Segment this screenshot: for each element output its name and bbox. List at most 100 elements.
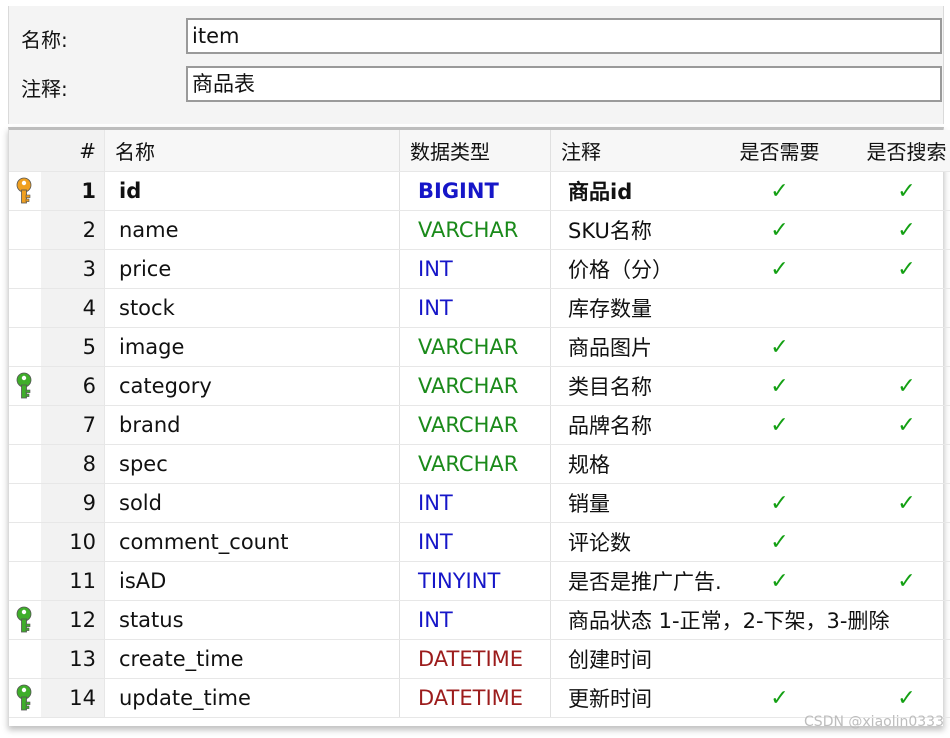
column-comment[interactable]: 创建时间: [550, 639, 716, 679]
column-comment[interactable]: 价格（分）: [550, 249, 716, 289]
column-type[interactable]: VARCHAR: [399, 210, 551, 250]
row-number: 13: [41, 639, 105, 679]
searchable-cell[interactable]: ✓: [843, 210, 950, 250]
column-name[interactable]: update_time: [104, 678, 400, 718]
required-cell[interactable]: [716, 444, 843, 484]
table-row[interactable]: 10 comment_count INT 评论数 ✓: [9, 522, 950, 562]
column-name[interactable]: create_time: [104, 639, 400, 679]
required-cell[interactable]: ✓: [716, 522, 843, 562]
key-cell: [9, 483, 41, 523]
table-row[interactable]: 6 category VARCHAR 类目名称 ✓ ✓: [9, 366, 950, 406]
table-row[interactable]: 4 stock INT 库存数量: [9, 288, 950, 328]
column-type[interactable]: VARCHAR: [399, 327, 551, 367]
required-cell[interactable]: ✓: [716, 405, 843, 445]
header-key: [9, 130, 41, 172]
column-name[interactable]: category: [104, 366, 400, 406]
searchable-cell[interactable]: [843, 639, 950, 679]
column-type[interactable]: VARCHAR: [399, 366, 551, 406]
column-type[interactable]: BIGINT: [399, 171, 551, 211]
table-row[interactable]: 5 image VARCHAR 商品图片 ✓: [9, 327, 950, 367]
searchable-check-icon: ✓: [897, 568, 916, 594]
column-type[interactable]: INT: [399, 600, 551, 640]
searchable-cell[interactable]: ✓: [843, 405, 950, 445]
required-cell[interactable]: ✓: [716, 249, 843, 289]
column-comment[interactable]: SKU名称: [550, 210, 716, 250]
table-name-input[interactable]: item: [186, 18, 942, 54]
column-comment[interactable]: 库存数量: [550, 288, 716, 328]
searchable-cell[interactable]: ✓: [843, 561, 950, 601]
column-name[interactable]: comment_count: [104, 522, 400, 562]
column-name[interactable]: sold: [104, 483, 400, 523]
key-cell: [9, 288, 41, 328]
column-type[interactable]: DATETIME: [399, 639, 551, 679]
column-name[interactable]: id: [104, 171, 400, 211]
column-comment[interactable]: 是否是推广广告.: [550, 561, 722, 601]
table-row[interactable]: 11 isAD TINYINT 是否是推广广告. ✓ ✓: [9, 561, 950, 601]
column-type[interactable]: INT: [399, 249, 551, 289]
column-type[interactable]: DATETIME: [399, 678, 551, 718]
header-comment[interactable]: 注释: [550, 130, 716, 172]
column-type[interactable]: VARCHAR: [399, 405, 551, 445]
searchable-cell[interactable]: [843, 288, 950, 328]
required-check-icon: ✓: [770, 334, 789, 360]
required-cell[interactable]: ✓: [716, 678, 843, 718]
required-cell[interactable]: ✓: [716, 561, 843, 601]
required-cell[interactable]: ✓: [716, 366, 843, 406]
column-name[interactable]: brand: [104, 405, 400, 445]
column-comment[interactable]: 类目名称: [550, 366, 716, 406]
table-row[interactable]: 12 status INT 商品状态 1-正常，2-下架，3-删除: [9, 600, 950, 640]
column-comment[interactable]: 规格: [550, 444, 716, 484]
searchable-cell[interactable]: ✓: [843, 171, 950, 211]
comment-label: 注释:: [21, 77, 68, 101]
required-cell[interactable]: ✓: [716, 327, 843, 367]
column-type[interactable]: INT: [399, 522, 551, 562]
column-comment[interactable]: 评论数: [550, 522, 716, 562]
column-comment[interactable]: 更新时间: [550, 678, 716, 718]
column-name[interactable]: name: [104, 210, 400, 250]
searchable-check-icon: ✓: [897, 490, 916, 516]
table-row[interactable]: 14 update_time DATETIME 更新时间 ✓ ✓: [9, 678, 950, 718]
header-type[interactable]: 数据类型: [399, 130, 551, 172]
column-type[interactable]: INT: [399, 288, 551, 328]
table-row[interactable]: 3 price INT 价格（分） ✓ ✓: [9, 249, 950, 289]
searchable-cell[interactable]: ✓: [843, 366, 950, 406]
searchable-cell[interactable]: ✓: [843, 249, 950, 289]
required-check-icon: ✓: [770, 568, 789, 594]
column-name[interactable]: spec: [104, 444, 400, 484]
column-comment[interactable]: 商品图片: [550, 327, 716, 367]
searchable-cell[interactable]: [843, 444, 950, 484]
required-cell[interactable]: [716, 288, 843, 328]
required-cell[interactable]: ✓: [716, 210, 843, 250]
table-comment-input[interactable]: 商品表: [186, 66, 942, 102]
column-name[interactable]: stock: [104, 288, 400, 328]
table-row[interactable]: 8 spec VARCHAR 规格: [9, 444, 950, 484]
table-row[interactable]: 7 brand VARCHAR 品牌名称 ✓ ✓: [9, 405, 950, 445]
table-row[interactable]: 9 sold INT 销量 ✓ ✓: [9, 483, 950, 523]
table-row[interactable]: 13 create_time DATETIME 创建时间: [9, 639, 950, 679]
required-cell[interactable]: ✓: [716, 483, 843, 523]
column-name[interactable]: isAD: [104, 561, 400, 601]
column-comment[interactable]: 商品状态 1-正常，2-下架，3-删除: [550, 600, 890, 640]
header-required[interactable]: 是否需要: [716, 130, 843, 172]
column-comment[interactable]: 销量: [550, 483, 716, 523]
column-type[interactable]: VARCHAR: [399, 444, 551, 484]
searchable-cell[interactable]: [843, 522, 950, 562]
header-name[interactable]: 名称: [104, 130, 400, 172]
column-name[interactable]: price: [104, 249, 400, 289]
column-comment[interactable]: 品牌名称: [550, 405, 716, 445]
required-cell[interactable]: [716, 639, 843, 679]
table-row[interactable]: 2 name VARCHAR SKU名称 ✓ ✓: [9, 210, 950, 250]
searchable-cell[interactable]: ✓: [843, 483, 950, 523]
header-num[interactable]: #: [41, 130, 105, 172]
column-type[interactable]: TINYINT: [399, 561, 551, 601]
column-name[interactable]: status: [104, 600, 400, 640]
column-comment[interactable]: 商品id: [550, 171, 716, 211]
row-number: 10: [41, 522, 105, 562]
searchable-cell[interactable]: ✓: [843, 678, 950, 718]
searchable-cell[interactable]: [843, 327, 950, 367]
column-name[interactable]: image: [104, 327, 400, 367]
header-searchable[interactable]: 是否搜索: [843, 130, 950, 172]
table-row[interactable]: 1 id BIGINT 商品id ✓ ✓: [9, 171, 950, 211]
required-cell[interactable]: ✓: [716, 171, 843, 211]
column-type[interactable]: INT: [399, 483, 551, 523]
